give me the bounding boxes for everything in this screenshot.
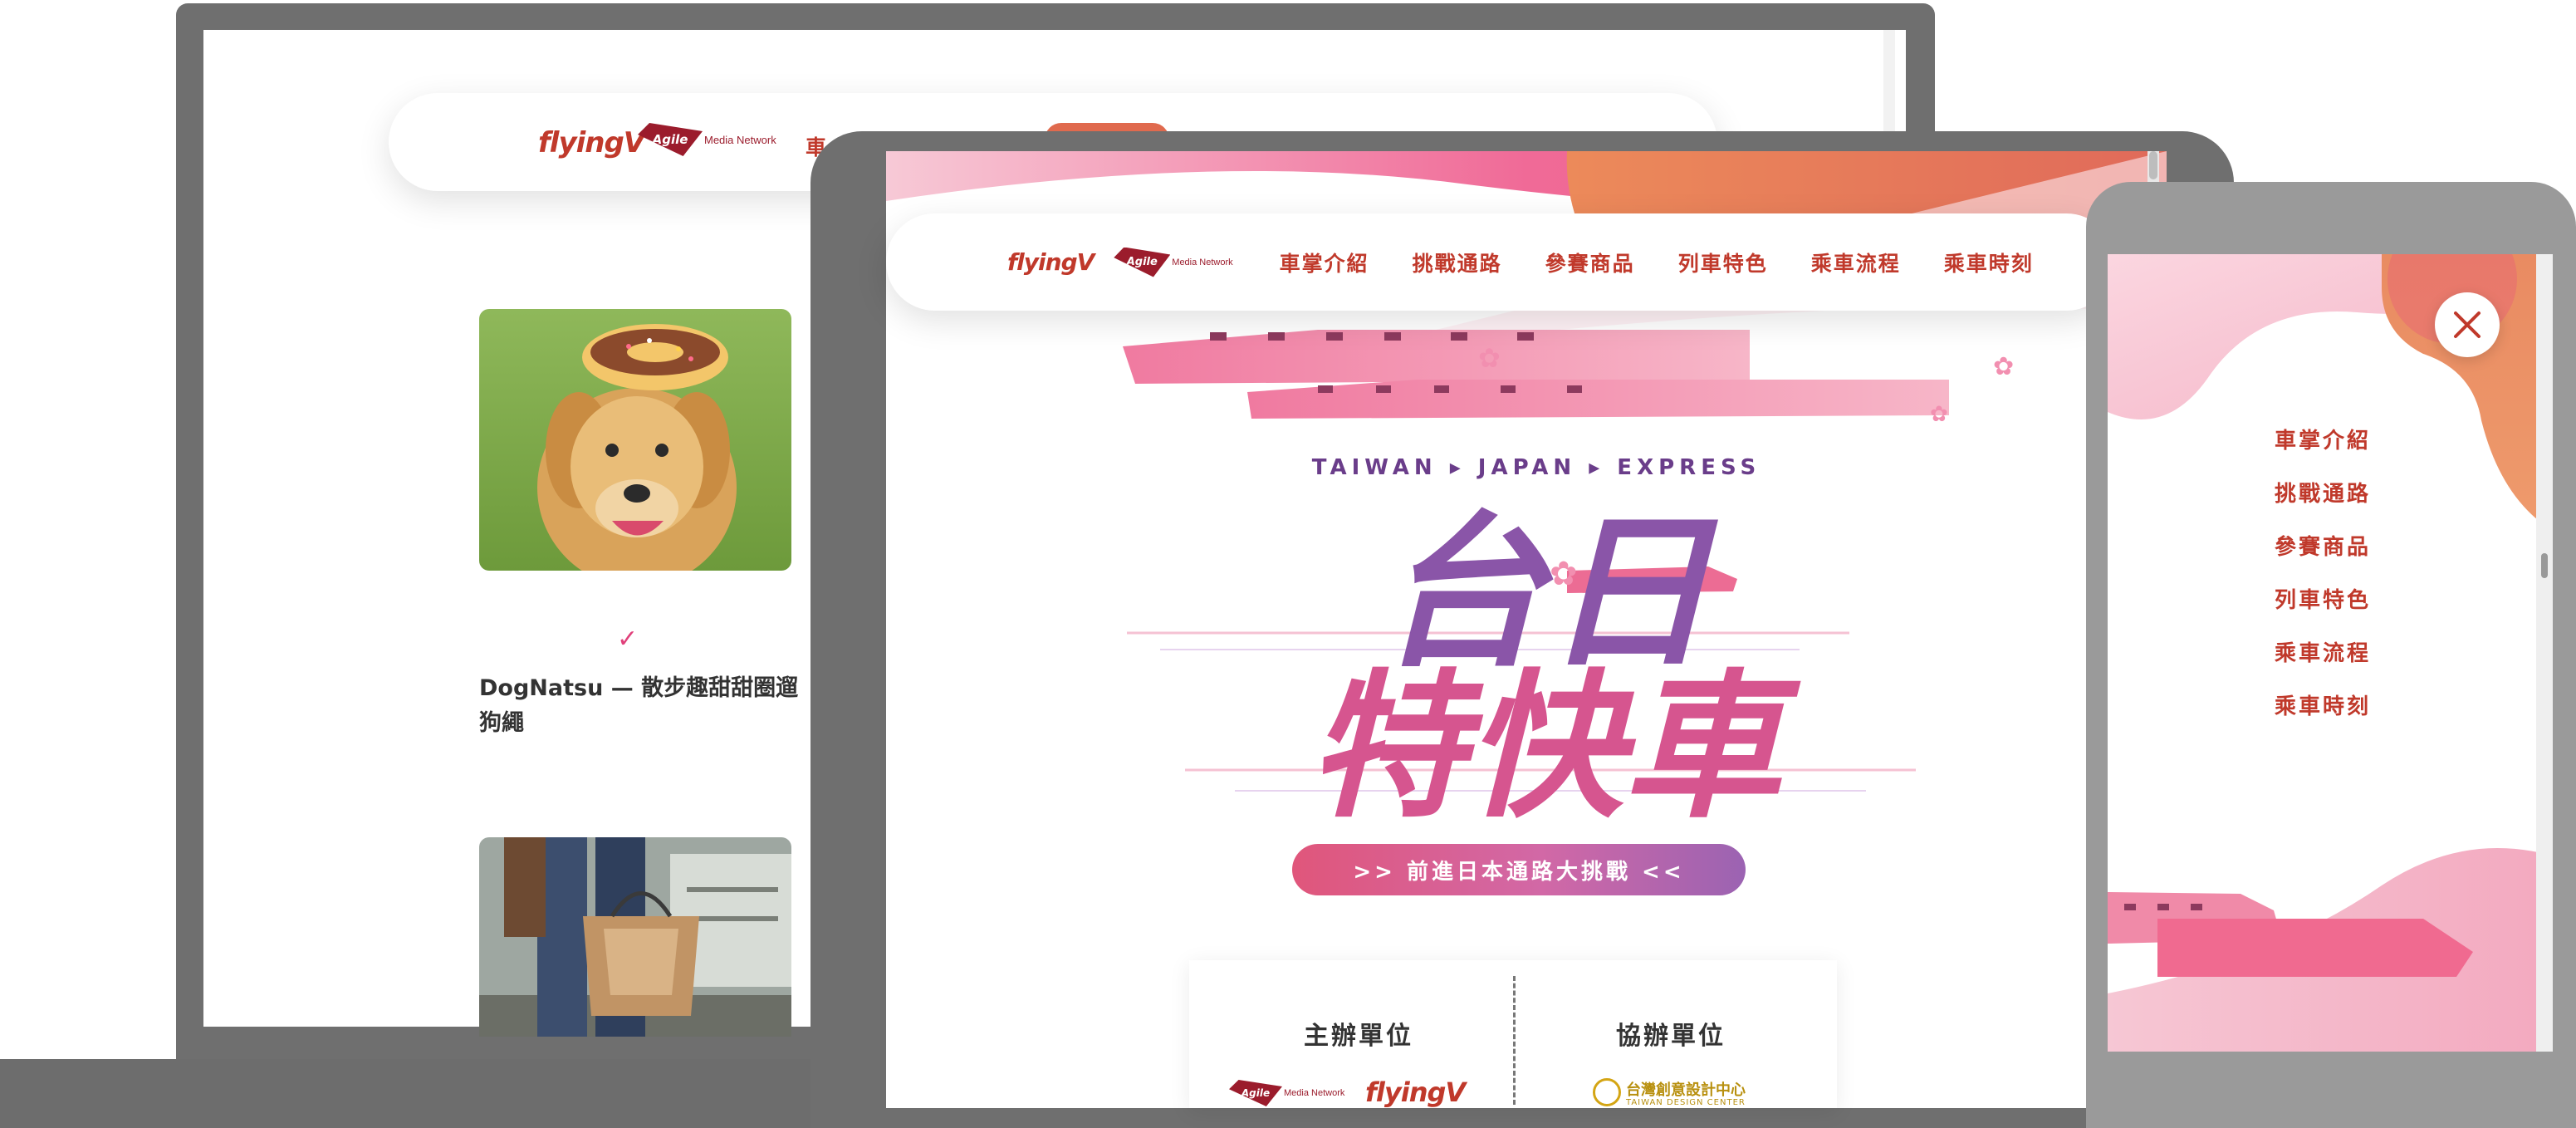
co-organizer-label: 協辦單位 (1616, 1022, 1726, 1051)
hero-challenge-pill[interactable]: >> 前進日本通路大挑戰 << (1292, 844, 1746, 895)
agile-mark: Agile (1114, 247, 1171, 277)
hero-title-line2: 特快車 (1307, 655, 1781, 839)
host-agile-logo[interactable]: Agile Media Network (1229, 1080, 1344, 1106)
sakura-icon: ✿ (1993, 352, 2015, 381)
product-title[interactable]: DogNatsu — 散步趣甜甜圈遛狗繩 (479, 671, 803, 741)
hero-tagline: TAIWAN ▸ JAPAN ▸ EXPRESS (1311, 455, 1761, 480)
tablet-scrollbar-thumb[interactable] (2149, 151, 2157, 179)
agile-network-text: Media Network (1172, 257, 1233, 267)
phone-menu-item-features[interactable]: 列車特色 (2227, 581, 2418, 635)
sakura-icon: ✿ (1478, 342, 1501, 374)
agile-mark: Agile (1229, 1080, 1282, 1106)
design-center-name-en: TAIWAN DESIGN CENTER (1626, 1098, 1746, 1107)
phone-menu-item-products[interactable]: 參賽商品 (2227, 528, 2418, 581)
hero-title-line1: 台日 (1378, 497, 1711, 690)
phone-menu-item-conductor[interactable]: 車掌介紹 (2227, 422, 2418, 475)
flyingv-logo[interactable]: flyingV (538, 126, 645, 159)
close-icon (2454, 311, 2481, 338)
tablet-nav-bar: flyingV Agile Media Network 車掌介紹 挑戰通路 參賽… (886, 213, 2115, 311)
agile-logo[interactable]: Agile Media Network (1114, 247, 1233, 277)
phone-scrollbar[interactable] (2536, 254, 2553, 1052)
agile-mark: Agile (638, 123, 703, 156)
product-image-dog[interactable] (479, 309, 791, 571)
nav-item-features[interactable]: 列車特色 (1678, 248, 1768, 277)
close-menu-button[interactable] (2435, 292, 2500, 357)
design-center-name[interactable]: 台灣創意設計中心 (1626, 1078, 1746, 1100)
phone-menu-item-channels[interactable]: 挑戰通路 (2227, 475, 2418, 528)
nav-item-products[interactable]: 參賽商品 (1545, 248, 1635, 277)
phone-menu: 車掌介紹 挑戰通路 參賽商品 列車特色 乘車流程 乘車時刻 (2227, 422, 2418, 741)
sakura-icon: ✿ (1930, 402, 1948, 427)
sparkle-icon: ✓ (617, 625, 639, 654)
agile-network-text: Media Network (704, 133, 776, 146)
host-flyingv-logo[interactable]: flyingV (1365, 1077, 1466, 1108)
agile-network-text: Media Network (1284, 1088, 1345, 1098)
flyingv-logo[interactable]: flyingV (1007, 248, 1095, 276)
product-image-bag[interactable] (479, 837, 791, 1037)
phone-menu-item-schedule[interactable]: 乘車時刻 (2227, 688, 2418, 741)
design-center-icon (1593, 1078, 1621, 1106)
host-label: 主辦單位 (1304, 1022, 1413, 1051)
sakura-icon: ✿ (1550, 555, 1578, 593)
agile-logo[interactable]: Agile Media Network (638, 123, 776, 156)
phone-scrollbar-thumb[interactable] (2541, 553, 2548, 578)
organizers-divider (1513, 976, 1516, 1105)
nav-item-schedule[interactable]: 乘車時刻 (1944, 248, 2034, 277)
phone-menu-item-process[interactable]: 乘車流程 (2227, 635, 2418, 688)
nav-item-conductor[interactable]: 車掌介紹 (1280, 248, 1369, 277)
nav-item-process[interactable]: 乘車流程 (1811, 248, 1901, 277)
nav-item-channels[interactable]: 挑戰通路 (1413, 248, 1502, 277)
